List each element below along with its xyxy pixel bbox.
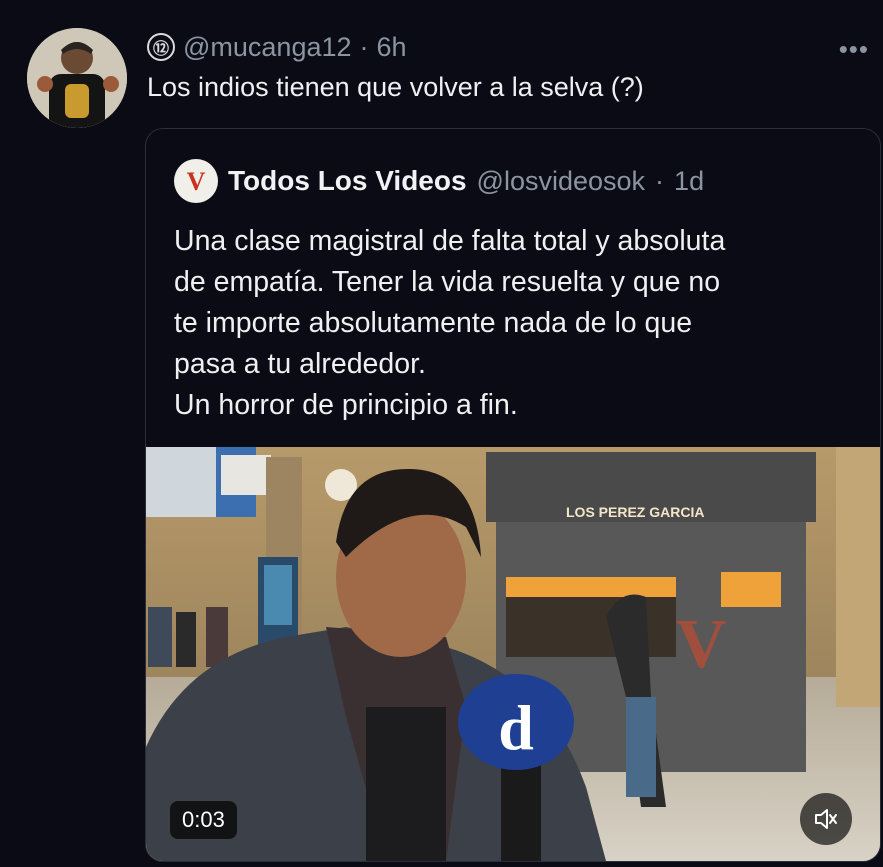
quoted-text: Una clase magistral de falta total y abs… xyxy=(174,221,864,426)
quoted-text-line: pasa a tu alrededor. xyxy=(174,348,426,380)
mic-logo-text: d xyxy=(498,692,534,763)
video-duration: 0:03 xyxy=(170,801,237,839)
tweet-header: ⑫ @mucanga12 · 6h xyxy=(147,30,407,64)
tweet-time[interactable]: 6h xyxy=(377,32,407,63)
quoted-tweet[interactable]: V Todos Los Videos @losvideosok · 1d Una… xyxy=(145,128,881,862)
avatar-image xyxy=(27,28,127,128)
video-player[interactable]: LOS PEREZ GARCIA V d 0:03 xyxy=(146,447,880,861)
number-badge: ⑫ xyxy=(147,33,175,61)
tweet-text: Los indios tienen que volver a la selva … xyxy=(147,72,644,102)
video-frame: LOS PEREZ GARCIA V d xyxy=(146,447,880,861)
quoted-text-line: Un horror de principio a fin. xyxy=(174,389,518,421)
watermark-text: V xyxy=(676,606,727,683)
speaker-muted-icon xyxy=(815,809,837,829)
quoted-author-handle[interactable]: @losvideosok xyxy=(477,166,646,197)
quoted-text-line: de empatía. Tener la vida resuelta y que… xyxy=(174,266,721,298)
kiosk-sign-text: LOS PEREZ GARCIA xyxy=(566,504,704,520)
v-logo-icon: V xyxy=(175,160,217,202)
separator-dot: · xyxy=(359,31,369,62)
more-icon[interactable]: ••• xyxy=(839,34,869,65)
quoted-author-name[interactable]: Todos Los Videos xyxy=(228,165,467,197)
author-handle[interactable]: @mucanga12 xyxy=(183,32,352,63)
quoted-text-line: Una clase magistral de falta total y abs… xyxy=(174,225,726,257)
quoted-text-line: te importe absolutamente nada de lo que xyxy=(174,307,693,339)
quoted-header: V Todos Los Videos @losvideosok · 1d xyxy=(174,159,704,203)
separator-dot: · xyxy=(655,165,665,196)
mute-button[interactable] xyxy=(800,793,852,845)
svg-text:V: V xyxy=(187,167,206,196)
quoted-time[interactable]: 1d xyxy=(674,166,704,197)
quoted-avatar[interactable]: V xyxy=(174,159,218,203)
user-avatar[interactable] xyxy=(27,28,127,128)
